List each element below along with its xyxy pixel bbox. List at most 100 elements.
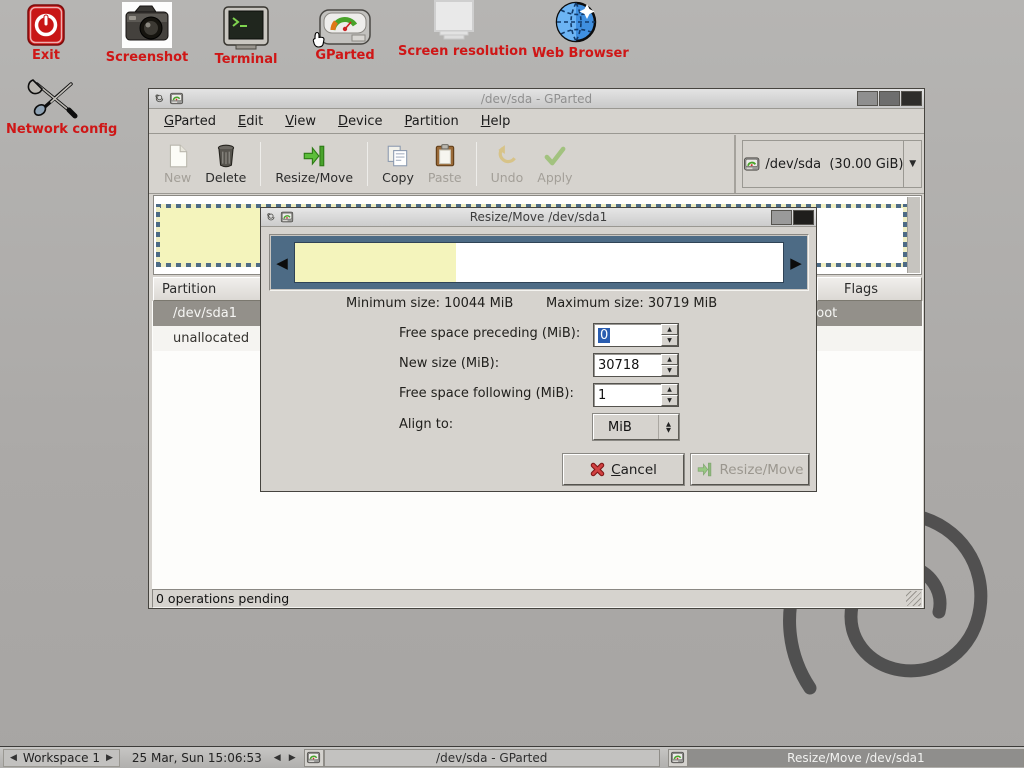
workspace-switcher[interactable]: ◀ Workspace 1 ▶ — [3, 749, 120, 767]
desktop-icon-web-browser[interactable]: Web Browser — [532, 0, 620, 61]
dialog-title: Resize/Move /dev/sda1 — [261, 210, 816, 224]
terminal-icon — [222, 6, 270, 50]
workspace-prev-icon[interactable]: ◀ — [10, 753, 17, 763]
window-buttons — [771, 210, 814, 225]
input-value: 0 — [598, 328, 610, 343]
disk-panel-scroll-strip — [907, 197, 920, 273]
column-header-partition[interactable]: Partition — [153, 277, 265, 301]
spin-up-icon[interactable]: ▲ — [661, 384, 678, 395]
desktop-icon-screenshot[interactable]: Screenshot — [104, 2, 190, 65]
min-max-row: Minimum size: 10044 MiB Maximum size: 30… — [261, 296, 816, 314]
field-label: New size (MiB): — [399, 356, 499, 371]
task-label: Resize/Move /dev/sda1 — [688, 749, 1024, 767]
workspace-label: Workspace 1 — [23, 751, 100, 765]
device-selector-area: /dev/sda (30.00 GiB) ▼ — [734, 135, 924, 193]
desktop-icon-label: Network config — [6, 122, 102, 137]
menu-gparted[interactable]: GParted — [153, 111, 227, 132]
menu-help[interactable]: Help — [470, 111, 522, 132]
resize-arrow-icon — [301, 143, 327, 169]
window-menu-spiral-icon[interactable] — [265, 211, 277, 223]
spinner-buttons: ▲ ▼ — [661, 354, 678, 376]
desktop-icon-terminal[interactable]: Terminal — [214, 6, 278, 67]
spin-down-icon[interactable]: ▼ — [661, 335, 678, 346]
red-x-icon — [590, 462, 605, 477]
spin-up-icon[interactable]: ▲ — [661, 324, 678, 335]
used-space-fill — [295, 243, 456, 282]
maximize-button[interactable] — [879, 91, 900, 106]
spinner-buttons: ▲ ▼ — [661, 384, 678, 406]
close-button[interactable] — [901, 91, 922, 106]
menu-view[interactable]: View — [274, 111, 327, 132]
toolbar-separator — [476, 142, 477, 186]
spin-up-icon[interactable]: ▲ — [661, 354, 678, 365]
spin-down-icon[interactable]: ▼ — [661, 395, 678, 406]
chevron-down-icon[interactable]: ▼ — [903, 141, 921, 187]
new-button[interactable]: New — [157, 138, 198, 190]
minimize-button[interactable] — [857, 91, 878, 106]
globe-icon — [551, 0, 601, 44]
menu-device[interactable]: Device — [327, 111, 393, 132]
resize-slider-bar[interactable] — [294, 242, 784, 283]
desktop-icon-label: GParted — [312, 48, 378, 63]
gparted-app-icon — [304, 749, 324, 767]
tools-icon — [25, 76, 83, 120]
workspace-next-icon[interactable]: ▶ — [106, 753, 113, 763]
toolbar: New Delete Resize/Move — [149, 135, 924, 194]
task-resize-dialog[interactable]: Resize/Move /dev/sda1 — [668, 749, 1024, 767]
minimum-size-label: Minimum size: 10044 MiB — [346, 296, 513, 311]
clock: 25 Mar, Sun 15:06:53 — [132, 751, 262, 765]
desktop-icon-network-config[interactable]: Network config — [6, 76, 102, 137]
main-window-titlebar[interactable]: /dev/sda - GParted — [149, 89, 924, 109]
trash-icon — [213, 143, 239, 169]
maximize-button[interactable] — [771, 210, 792, 225]
new-size-input[interactable]: 30718 ▲ ▼ — [593, 353, 679, 377]
desktop-icon-label: Terminal — [214, 52, 278, 67]
titlebar-icons — [265, 210, 294, 224]
new-size-row: New size (MiB): 30718 ▲ ▼ — [261, 353, 816, 377]
menu-edit[interactable]: Edit — [227, 111, 274, 132]
cancel-button[interactable]: Cancel — [563, 454, 684, 485]
task-gparted-main[interactable]: /dev/sda - GParted — [304, 749, 660, 767]
free-space-preceding-input[interactable]: 0 ▲ ▼ — [593, 323, 679, 347]
maximum-size-label: Maximum size: 30719 MiB — [546, 296, 717, 311]
align-to-dropdown[interactable]: MiB ▲▼ — [593, 414, 679, 440]
device-selector[interactable]: /dev/sda (30.00 GiB) ▼ — [742, 140, 922, 188]
dropdown-value: MiB — [608, 420, 632, 435]
column-header-flags[interactable]: Flags — [817, 277, 922, 301]
partition-border — [156, 204, 160, 267]
toolbar-separator — [367, 142, 368, 186]
free-space-preceding-row: Free space preceding (MiB): 0 ▲ ▼ — [261, 323, 816, 347]
delete-button[interactable]: Delete — [198, 138, 253, 190]
desktop-icon-label: Web Browser — [532, 46, 620, 61]
hand-cursor-icon — [311, 30, 327, 48]
undo-button[interactable]: Undo — [484, 138, 531, 190]
scroll-right-icon[interactable]: ▶ — [289, 753, 296, 763]
align-to-row: Align to: MiB ▲▼ — [261, 414, 816, 438]
spin-down-icon[interactable]: ▼ — [661, 365, 678, 376]
menu-partition[interactable]: Partition — [394, 111, 470, 132]
copy-button[interactable]: Copy — [375, 138, 421, 190]
dialog-titlebar[interactable]: Resize/Move /dev/sda1 — [261, 208, 816, 227]
resize-grip[interactable] — [906, 591, 921, 606]
free-space-following-row: Free space following (MiB): 1 ▲ ▼ — [261, 383, 816, 407]
disk-icon — [743, 154, 760, 174]
resize-move-confirm-button[interactable]: Resize/Move — [691, 454, 809, 485]
desktop-icon-exit[interactable]: Exit — [12, 4, 80, 63]
resize-move-dialog: Resize/Move /dev/sda1 ◀ ▶ Minimum size: … — [260, 207, 817, 492]
resize-move-button[interactable]: Resize/Move — [268, 138, 360, 190]
scroll-left-icon[interactable]: ◀ — [274, 753, 281, 763]
checkmark-icon — [542, 143, 568, 169]
confirm-label: Resize/Move — [719, 462, 803, 478]
window-menu-spiral-icon[interactable] — [153, 92, 166, 105]
titlebar-icons — [153, 91, 184, 106]
apply-button[interactable]: Apply — [530, 138, 579, 190]
desktop-icon-screen-resolution[interactable]: Screen resolution — [398, 0, 510, 59]
status-text: 0 operations pending — [156, 591, 289, 606]
slider-left-handle-icon[interactable]: ◀ — [271, 235, 293, 290]
paste-button[interactable]: Paste — [421, 138, 469, 190]
free-space-following-input[interactable]: 1 ▲ ▼ — [593, 383, 679, 407]
close-button[interactable] — [793, 210, 814, 225]
status-bar: 0 operations pending — [152, 589, 923, 608]
slider-right-handle-icon[interactable]: ▶ — [785, 235, 807, 290]
task-label: /dev/sda - GParted — [324, 749, 660, 767]
